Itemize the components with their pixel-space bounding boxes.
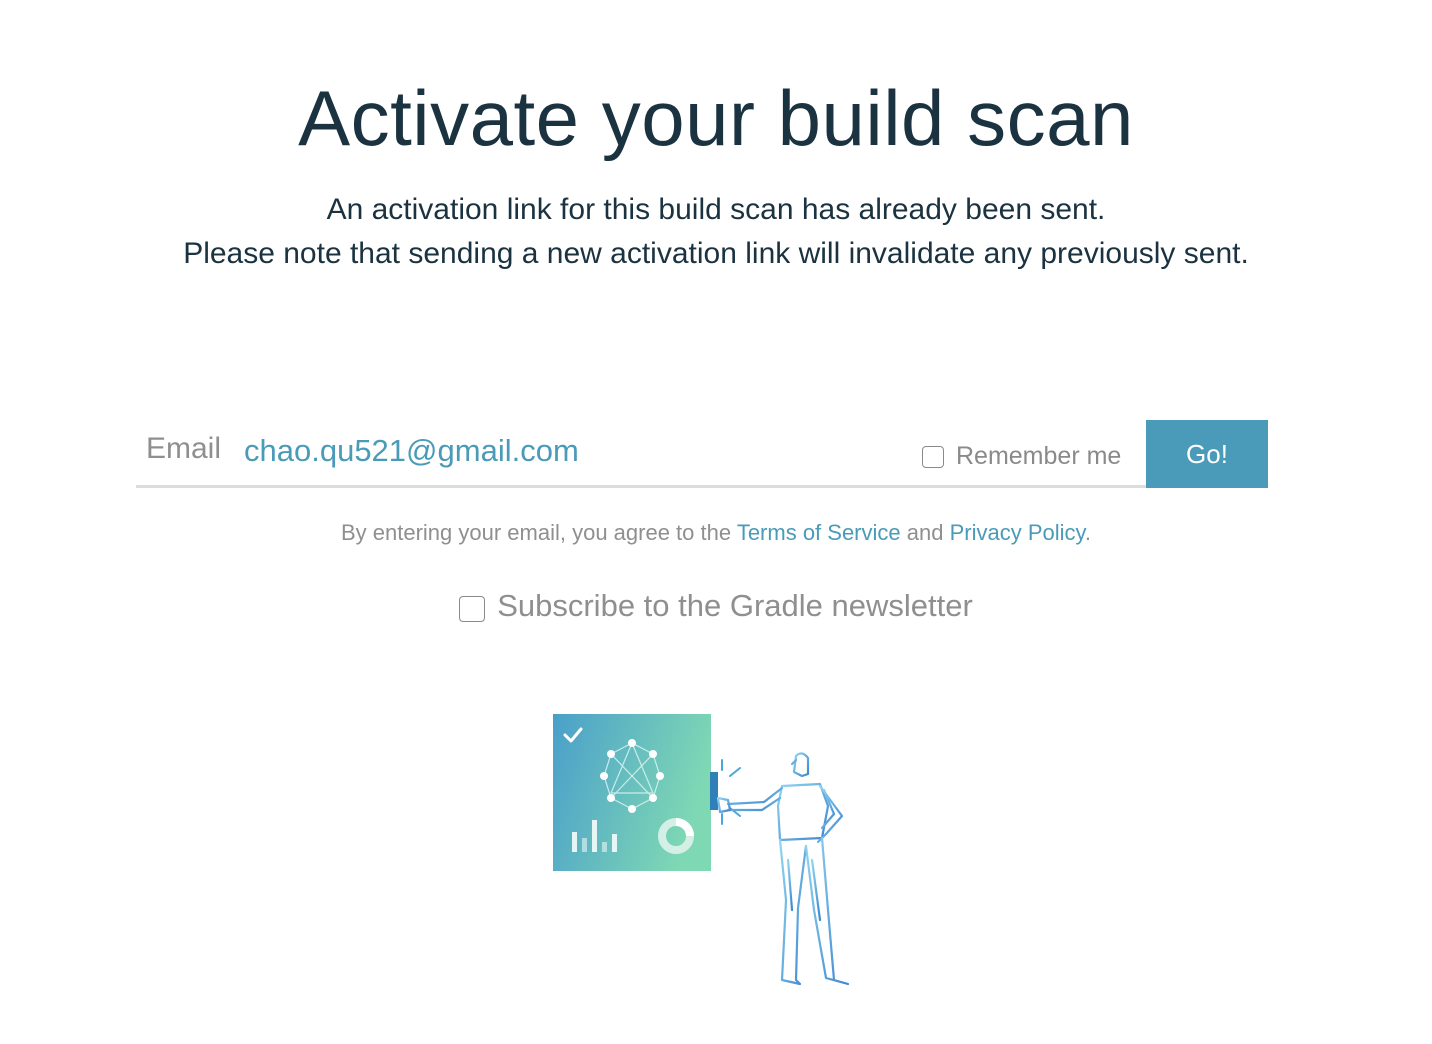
remember-me-label: Remember me — [956, 442, 1122, 470]
email-input[interactable] — [244, 428, 904, 474]
terms-of-service-link[interactable]: Terms of Service — [737, 520, 901, 545]
newsletter-label: Subscribe to the Gradle newsletter — [497, 588, 973, 623]
go-button[interactable]: Go! — [1146, 420, 1268, 488]
newsletter-checkbox[interactable] — [459, 596, 486, 622]
terms-suffix: . — [1084, 520, 1091, 545]
terms-notice: By entering your email, you agree to the… — [0, 520, 1432, 546]
activation-message: An activation link for this build scan h… — [0, 188, 1432, 276]
remember-me-checkbox[interactable] — [922, 445, 944, 468]
privacy-policy-link[interactable]: Privacy Policy — [950, 520, 1085, 545]
email-label: Email — [146, 432, 222, 465]
terms-prefix: By entering your email, you agree to the — [340, 520, 737, 545]
activation-page: Activate your build scan An activation l… — [0, 0, 1432, 1044]
page-title: Activate your build scan — [298, 74, 1134, 162]
email-field-container: Email Remember me — [136, 420, 1146, 488]
remember-me-option[interactable]: Remember me — [922, 442, 1121, 471]
build-scan-illustration-icon — [553, 714, 850, 986]
newsletter-option[interactable]: Subscribe to the Gradle newsletter — [0, 588, 1432, 624]
message-line-1: An activation link for this build scan h… — [326, 193, 1106, 226]
terms-middle: and — [900, 520, 950, 545]
activation-form: Email Remember me Go! — [136, 420, 1268, 488]
message-line-2: Please note that sending a new activatio… — [183, 237, 1249, 270]
